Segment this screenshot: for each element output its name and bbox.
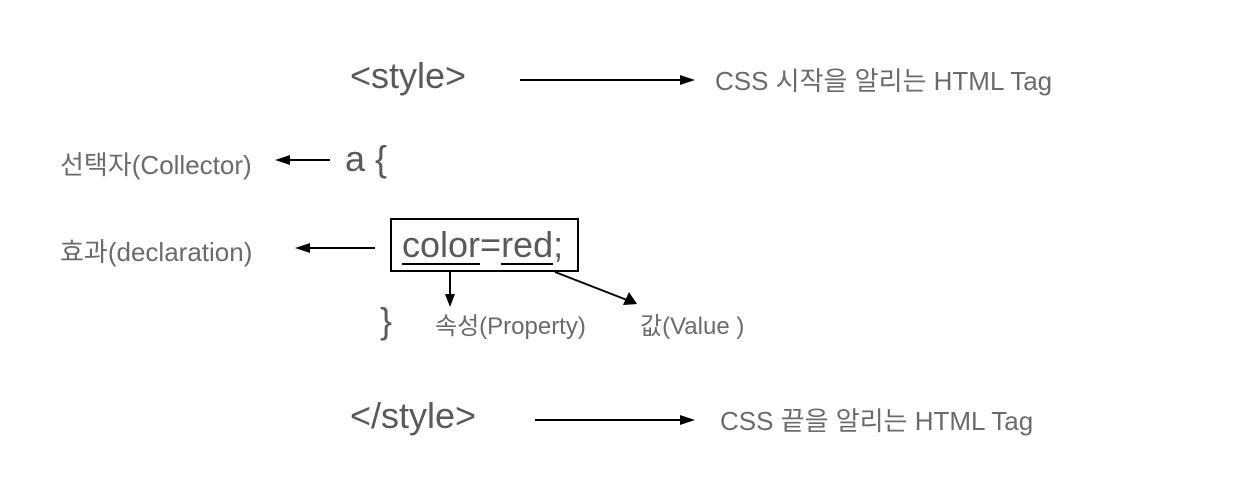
- label-value: 값(Value ): [640, 306, 744, 341]
- code-value-text: red: [501, 227, 553, 265]
- code-style-close: </style>: [350, 395, 476, 437]
- arrow-declaration: [295, 243, 375, 253]
- label-css-start: CSS 시작을 알리는 HTML Tag: [715, 61, 1052, 98]
- arrow-style-close: [535, 415, 695, 425]
- arrow-style-open: [520, 75, 695, 85]
- code-close-brace: }: [380, 300, 392, 342]
- code-selector: a {: [345, 138, 387, 180]
- label-css-end: CSS 끝을 알리는 HTML Tag: [720, 401, 1033, 438]
- label-selector: 선택자(Collector): [60, 145, 252, 182]
- code-property-text: color: [402, 227, 480, 265]
- code-declaration-box: color=red;: [390, 218, 579, 272]
- arrow-property: [440, 272, 470, 307]
- label-declaration: 효과(declaration): [60, 232, 252, 269]
- arrow-selector: [275, 155, 330, 165]
- code-eq: =: [480, 224, 501, 265]
- code-style-open: <style>: [350, 55, 466, 97]
- code-semicolon: ;: [553, 224, 563, 265]
